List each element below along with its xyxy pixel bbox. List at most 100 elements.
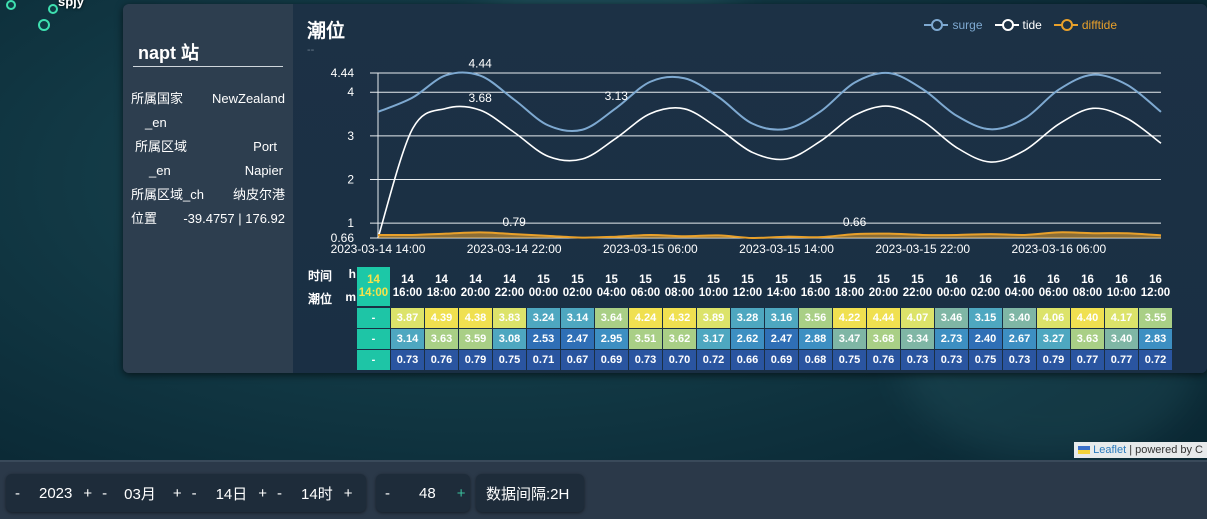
count-increment-button[interactable]: + [452, 485, 471, 502]
table-cell: 3.62 [663, 329, 696, 349]
table-cell: 0.69 [765, 350, 798, 370]
table-cell: 2.73 [935, 329, 968, 349]
data-label: 3.13 [605, 89, 629, 103]
table-cell: 0.71 [527, 350, 560, 370]
day-value[interactable]: 14日 [210, 483, 254, 504]
month-increment-button[interactable]: + [168, 485, 187, 502]
table-cell: 3.63 [1071, 329, 1104, 349]
x-tick-label: 2023-03-15 14:00 [739, 242, 834, 256]
table-header-row: 时间 h 潮位 m 14 14:00 14 16:00 14 18:00 14 20:00 14 22:0… [308, 267, 1172, 306]
series-line-tide [377, 105, 1162, 239]
month-decrement-button[interactable]: - [97, 485, 112, 502]
x-tick-label: 2023-03-15 06:00 [603, 242, 698, 256]
table-cell: 2.67 [1003, 329, 1036, 349]
y-tick-label: 3 [347, 129, 354, 143]
table-header-cell: 15 12:00 [732, 273, 763, 299]
table-cell: 2.83 [1139, 329, 1172, 349]
data-label: 3.68 [468, 91, 492, 105]
info-row: 所属区域_ch 纳皮尔港 [131, 183, 287, 207]
table-cell: 0.66 [731, 350, 764, 370]
count-value[interactable]: 48 [413, 485, 442, 502]
table-cell: 3.59 [459, 329, 492, 349]
table-header-cell: 16 12:00 [1140, 273, 1171, 299]
table-cell: 0.69 [595, 350, 628, 370]
table-cell: 4.40 [1071, 308, 1104, 328]
table-cell: 3.24 [527, 308, 560, 328]
count-decrement-button[interactable]: - [380, 485, 395, 502]
table-cell: 2.95 [595, 329, 628, 349]
hour-decrement-button[interactable]: - [272, 485, 287, 502]
table-header-cell: 14 18:00 [426, 273, 457, 299]
table-cell: 0.73 [935, 350, 968, 370]
data-label: 0.79 [502, 215, 526, 229]
year-value[interactable]: 2023 [33, 485, 78, 502]
y-tick-label: 2 [347, 173, 354, 187]
table-header-cell: 14 22:00 [494, 273, 525, 299]
table-cell: 3.28 [731, 308, 764, 328]
table-header-cell: 14 16:00 [392, 273, 423, 299]
interval-display[interactable]: 数据间隔:2H [476, 474, 584, 512]
table-cell: 0.76 [425, 350, 458, 370]
table-cell: 0.76 [867, 350, 900, 370]
table-cell: 4.24 [629, 308, 662, 328]
table-cell: 0.75 [493, 350, 526, 370]
table-cell: 4.06 [1037, 308, 1070, 328]
month-value[interactable]: 03月 [118, 483, 162, 504]
table-cell: 3.63 [425, 329, 458, 349]
table-cell: 0.73 [1003, 350, 1036, 370]
info-key: 所属区域 [135, 139, 188, 154]
table-cell: 3.55 [1139, 308, 1172, 328]
table-header-cell: 15 14:00 [766, 273, 797, 299]
station-info-list: 所属国家 NewZealand _en 所属区域 Port _en Napier 所属… [131, 87, 287, 231]
station-title: napt 站 [138, 43, 199, 63]
data-label: 0.66 [843, 215, 867, 229]
table-header-cell: 14 20:00 [460, 273, 491, 299]
info-value: -39.4757 | 176.92 [183, 211, 285, 226]
table-header-cell: 16 08:00 [1072, 273, 1103, 299]
table-cell: 0.77 [1071, 350, 1104, 370]
y-tick-label: 1 [347, 216, 354, 230]
hour-value[interactable]: 14时 [295, 483, 339, 504]
leaflet-link[interactable]: Leaflet [1093, 444, 1126, 456]
x-tick-label: 2023-03-15 22:00 [875, 242, 970, 256]
info-key: 所属区域_ch [131, 187, 204, 202]
x-tick-label: 2023-03-14 14:00 [331, 242, 426, 256]
table-cell: 2.53 [527, 329, 560, 349]
count-control: - 48 + [376, 474, 470, 512]
data-label: 4.44 [468, 57, 492, 71]
station-code-label[interactable]: spjy [58, 0, 84, 9]
year-increment-button[interactable]: + [78, 485, 97, 502]
year-decrement-button[interactable]: - [10, 485, 25, 502]
station-marker[interactable] [48, 4, 58, 14]
table-header-cell: 15 08:00 [664, 273, 695, 299]
map-attribution: Leaflet | powered by C [1074, 442, 1207, 458]
info-key: _en [149, 163, 171, 178]
info-row: _en Napier [131, 159, 287, 183]
tide-line-chart[interactable]: 0.66 1 2 3 4 4.44 2023-03-14 14:00 2023-03-14 2… [293, 4, 1207, 259]
hour-increment-button[interactable]: + [339, 485, 358, 502]
table-cell: 3.56 [799, 308, 832, 328]
table-cell: 3.51 [629, 329, 662, 349]
station-marker[interactable] [6, 0, 16, 10]
table-cell: 0.73 [391, 350, 424, 370]
table-header-cell: 15 18:00 [834, 273, 865, 299]
info-row: 所属国家 NewZealand [131, 87, 287, 111]
day-decrement-button[interactable]: - [187, 485, 202, 502]
ukraine-flag-icon [1078, 446, 1091, 455]
station-marker[interactable] [38, 19, 50, 31]
table-cell: 3.87 [391, 308, 424, 328]
table-cell: 3.47 [833, 329, 866, 349]
info-row: _en [131, 111, 287, 135]
row-label: 时间 h 潮位 m [308, 267, 356, 306]
table-cell: 0.73 [629, 350, 662, 370]
y-tick-label: 4 [347, 85, 354, 99]
table-cell: 0.72 [1139, 350, 1172, 370]
day-increment-button[interactable]: + [253, 485, 272, 502]
table-cell: 4.07 [901, 308, 934, 328]
table-header-cell: 15 04:00 [596, 273, 627, 299]
table-cell: 3.64 [595, 308, 628, 328]
tide-chart-panel: 潮位 -- surge tide difftide 0.66 1 2 3 4 4.44 2023… [293, 4, 1207, 373]
tide-row: -3.14 3.63 3.59 3.08 2.53 2.47 2.95 3.51 3.62 3.1… [308, 329, 1172, 349]
table-header-cell: 15 16:00 [800, 273, 831, 299]
table-cell: 2.40 [969, 329, 1002, 349]
